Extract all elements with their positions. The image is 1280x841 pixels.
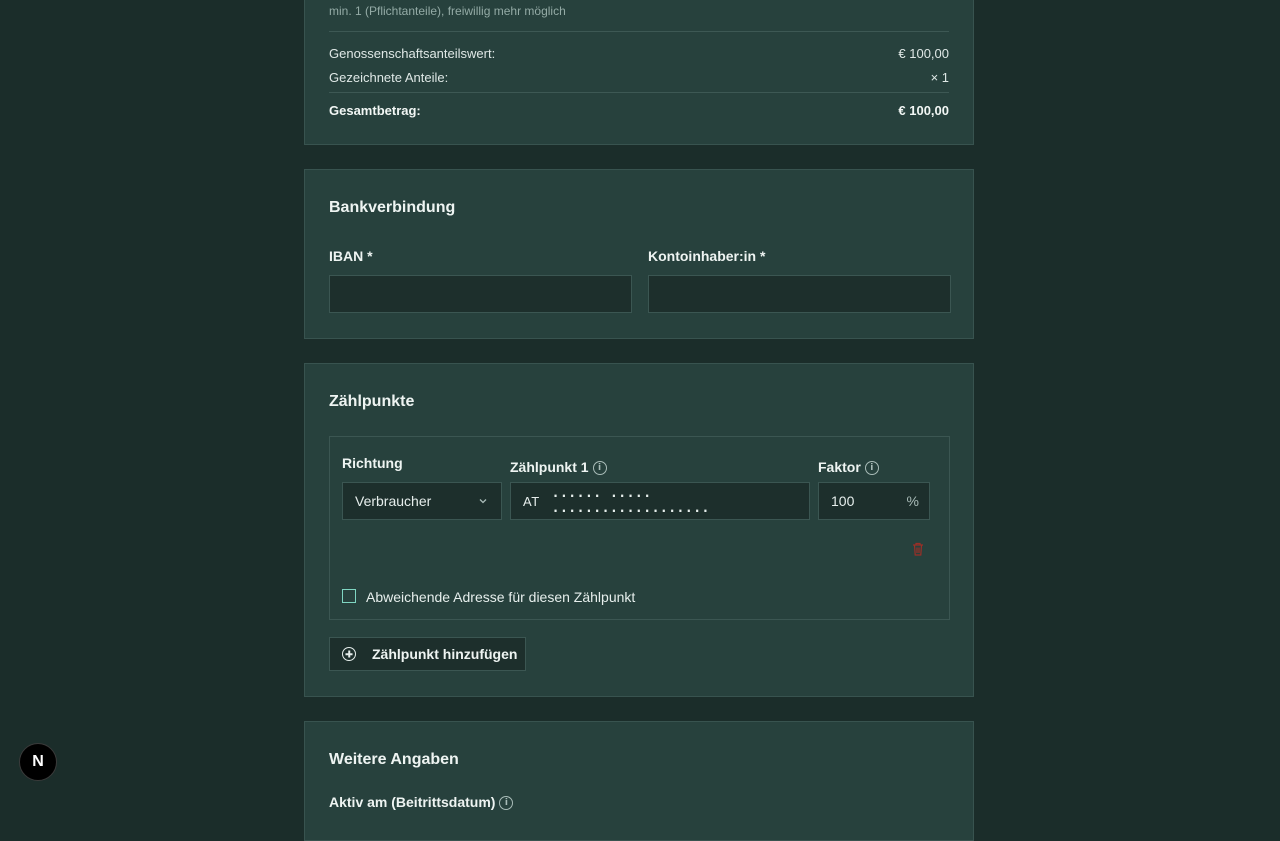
shares-card: min. 1 (Pflichtanteile), freiwillig mehr… (304, 0, 974, 145)
more-details-card: Weitere Angaben Aktiv am (Beitrittsdatum… (304, 721, 974, 841)
direction-select[interactable]: Verbraucher (342, 482, 502, 520)
badge-letter: N (32, 753, 44, 770)
alt-address-label: Abweichende Adresse für diesen Zählpunkt (366, 589, 636, 605)
plus-circle-icon (342, 647, 356, 661)
add-meter-point-button[interactable]: Zählpunkt hinzufügen (329, 637, 526, 671)
factor-input[interactable]: 100 % (818, 482, 930, 520)
more-details-title: Weitere Angaben (329, 751, 459, 768)
meter-point-label-wrap: Zählpunkt 1i (510, 459, 607, 476)
total-label: Gesamtbetrag: (329, 103, 421, 118)
meter-points-title: Zählpunkte (329, 393, 415, 410)
active-date-label: Aktiv am (Beitrittsdatum) (329, 794, 496, 810)
meter-points-card: Zählpunkte Richtung Verbraucher Zählpunk… (304, 363, 974, 697)
iban-input[interactable] (329, 275, 632, 313)
total-value: € 100,00 (898, 103, 949, 118)
active-date-label-wrap: Aktiv am (Beitrittsdatum) i (329, 794, 514, 811)
dev-tools-badge[interactable]: N (19, 743, 57, 781)
factor-label: Faktor (818, 459, 861, 475)
info-icon[interactable]: i (499, 796, 514, 811)
divider (329, 31, 949, 32)
share-value-label: Genossenschaftsanteilswert: (329, 46, 496, 61)
chevron-down-icon (479, 499, 487, 504)
share-value: € 100,00 (898, 46, 949, 61)
meter-point-label: Zählpunkt 1 (510, 459, 589, 475)
trash-icon[interactable] (910, 541, 926, 557)
total-row: Gesamtbetrag: € 100,00 (329, 103, 949, 118)
subscribed-shares-label: Gezeichnete Anteile: (329, 70, 449, 85)
alt-address-checkbox[interactable] (342, 589, 356, 603)
account-holder-input[interactable] (648, 275, 951, 313)
meter-prefix: AT (523, 493, 540, 509)
direction-label: Richtung (342, 455, 403, 471)
bank-title: Bankverbindung (329, 199, 456, 216)
iban-label: IBAN * (329, 248, 373, 264)
shares-hint: min. 1 (Pflichtanteile), freiwillig mehr… (329, 4, 566, 18)
bank-card: Bankverbindung IBAN * Kontoinhaber:in * (304, 169, 974, 339)
direction-value: Verbraucher (355, 493, 432, 509)
account-holder-label: Kontoinhaber:in * (648, 248, 766, 264)
info-icon[interactable]: i (592, 461, 607, 476)
info-icon[interactable]: i (864, 461, 879, 476)
share-value-row: Genossenschaftsanteilswert: € 100,00 (329, 46, 949, 61)
subscribed-shares-row: Gezeichnete Anteile: × 1 (329, 70, 949, 85)
meter-point-input[interactable]: AT ...... ..... ................... (510, 482, 810, 520)
factor-value: 100 (831, 493, 855, 509)
subscribed-shares-value: × 1 (930, 70, 949, 85)
factor-label-wrap: Faktor i (818, 459, 879, 476)
meter-mask: ...... ..... ................... (551, 486, 710, 516)
meter-point-entry: Richtung Verbraucher Zählpunkt 1i AT ...… (329, 436, 950, 620)
factor-unit: % (906, 493, 919, 509)
divider (329, 92, 949, 93)
add-meter-point-label: Zählpunkt hinzufügen (372, 646, 518, 662)
